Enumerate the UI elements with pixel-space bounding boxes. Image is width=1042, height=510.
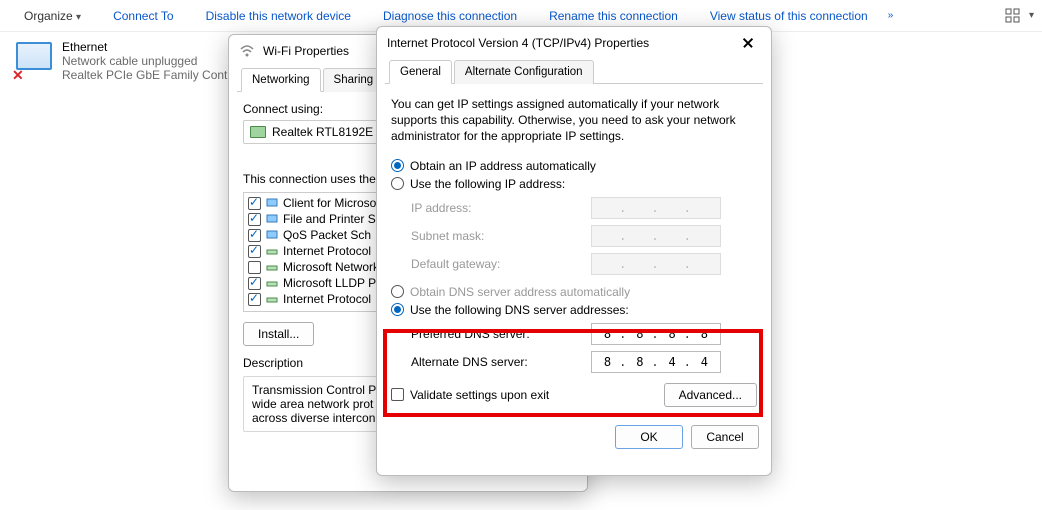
chevron-down-icon: ▾	[76, 12, 81, 23]
toolbar-more[interactable]: »	[884, 10, 898, 21]
preferred-dns-label: Preferred DNS server:	[411, 327, 591, 341]
advanced-button[interactable]: Advanced...	[664, 383, 757, 407]
ipv4-properties-dialog: Internet Protocol Version 4 (TCP/IPv4) P…	[376, 26, 772, 476]
error-x-icon: ✕	[12, 68, 26, 82]
subnet-mask-label: Subnet mask:	[411, 229, 591, 243]
install-button[interactable]: Install...	[243, 322, 314, 346]
ip-octet[interactable]: 8	[631, 327, 649, 341]
radio[interactable]	[391, 159, 404, 172]
validate-label: Validate settings upon exit	[410, 388, 549, 402]
preferred-dns-input[interactable]: 8. 8. 8. 8	[591, 323, 721, 345]
share-icon	[265, 212, 279, 226]
ip-octet[interactable]: 4	[663, 355, 681, 369]
alternate-dns-input[interactable]: 8. 8. 4. 4	[591, 351, 721, 373]
validate-checkbox[interactable]	[391, 388, 404, 401]
toolbar-connect-to[interactable]: Connect To	[97, 9, 190, 23]
ip-address-label: IP address:	[411, 201, 591, 215]
list-item-label: Internet Protocol	[283, 244, 371, 258]
ip-octet[interactable]: 8	[599, 327, 617, 341]
radio-dns-auto: Obtain DNS server address automatically	[391, 285, 757, 299]
adapter-title: Ethernet	[62, 40, 248, 54]
ipv4-button-row: OK Cancel	[377, 417, 771, 461]
radio-dns-manual[interactable]: Use the following DNS server addresses:	[391, 303, 757, 317]
ip-octet[interactable]: 8	[631, 355, 649, 369]
ipv4-dialog-body: You can get IP settings assigned automat…	[377, 84, 771, 417]
toolbar-rename[interactable]: Rename this connection	[533, 9, 694, 23]
list-item-label: Microsoft Network	[283, 260, 379, 274]
alternate-dns-label: Alternate DNS server:	[411, 355, 591, 369]
close-button[interactable]	[733, 29, 763, 57]
radio-ip-manual-label: Use the following IP address:	[410, 177, 565, 191]
adapter-item-ethernet[interactable]: ✕ Ethernet Network cable unplugged Realt…	[12, 40, 248, 82]
subnet-mask-input: ...	[591, 225, 721, 247]
toolbar-disable[interactable]: Disable this network device	[190, 9, 367, 23]
adapter-select-value: Realtek RTL8192E	[272, 125, 373, 139]
protocol-icon	[265, 244, 279, 258]
client-icon	[265, 196, 279, 210]
protocol-icon	[265, 292, 279, 306]
ethernet-icon: ✕	[12, 40, 54, 82]
radio[interactable]	[391, 303, 404, 316]
ipv4-tabs: General Alternate Configuration	[385, 59, 763, 84]
radio-dns-auto-label: Obtain DNS server address automatically	[410, 285, 630, 299]
checkbox[interactable]	[248, 277, 261, 290]
view-options-icon[interactable]	[1005, 8, 1021, 24]
ok-button[interactable]: OK	[615, 425, 683, 449]
ip-octet[interactable]: 8	[599, 355, 617, 369]
toolbar-right: ▾	[1005, 8, 1034, 24]
qos-icon	[265, 228, 279, 242]
radio-ip-auto[interactable]: Obtain an IP address automatically	[391, 159, 757, 173]
tab-alternate[interactable]: Alternate Configuration	[454, 60, 594, 84]
toolbar-organize-label: Organize	[24, 9, 73, 23]
tab-sharing[interactable]: Sharing	[323, 68, 385, 92]
ip-octet[interactable]: 8	[695, 327, 713, 341]
ipv4-dialog-title: Internet Protocol Version 4 (TCP/IPv4) P…	[387, 36, 649, 50]
gateway-input: ...	[591, 253, 721, 275]
tab-networking[interactable]: Networking	[241, 68, 321, 92]
adapter-status: Network cable unplugged	[62, 54, 248, 68]
wifi-dialog-title: Wi-Fi Properties	[263, 44, 349, 58]
radio-dns-manual-label: Use the following DNS server addresses:	[410, 303, 629, 317]
adapter-item-text: Ethernet Network cable unplugged Realtek…	[62, 40, 248, 82]
ip-octet[interactable]: 8	[663, 327, 681, 341]
adapter-driver: Realtek PCIe GbE Family Contro...	[62, 68, 248, 82]
radio	[391, 285, 404, 298]
validate-checkbox-row[interactable]: Validate settings upon exit	[391, 388, 549, 402]
nic-icon	[250, 126, 266, 138]
toolbar-diagnose[interactable]: Diagnose this connection	[367, 9, 533, 23]
gateway-label: Default gateway:	[411, 257, 591, 271]
checkbox[interactable]	[248, 293, 261, 306]
checkbox[interactable]	[248, 229, 261, 242]
checkbox[interactable]	[248, 197, 261, 210]
checkbox[interactable]	[248, 261, 261, 274]
list-item-label: Internet Protocol	[283, 292, 371, 306]
protocol-icon	[265, 276, 279, 290]
radio-ip-auto-label: Obtain an IP address automatically	[410, 159, 596, 173]
ip-octet[interactable]: 4	[695, 355, 713, 369]
list-item-label: File and Printer S	[283, 212, 376, 226]
radio[interactable]	[391, 177, 404, 190]
protocol-icon	[265, 260, 279, 274]
checkbox[interactable]	[248, 213, 261, 226]
toolbar-view-status[interactable]: View status of this connection	[694, 9, 884, 23]
close-icon	[742, 37, 754, 49]
wifi-icon	[239, 43, 255, 59]
ip-address-input: ...	[591, 197, 721, 219]
toolbar-organize[interactable]: Organize ▾	[8, 9, 97, 23]
cancel-button[interactable]: Cancel	[691, 425, 759, 449]
radio-ip-manual[interactable]: Use the following IP address:	[391, 177, 757, 191]
tab-general[interactable]: General	[389, 60, 452, 84]
ipv4-intro-text: You can get IP settings assigned automat…	[391, 96, 757, 145]
list-item-label: Microsoft LLDP P	[283, 276, 376, 290]
chevron-down-icon[interactable]: ▾	[1029, 10, 1034, 21]
list-item-label: Client for Microso	[283, 196, 376, 210]
checkbox[interactable]	[248, 245, 261, 258]
ipv4-dialog-titlebar[interactable]: Internet Protocol Version 4 (TCP/IPv4) P…	[377, 27, 771, 59]
list-item-label: QoS Packet Sch	[283, 228, 371, 242]
